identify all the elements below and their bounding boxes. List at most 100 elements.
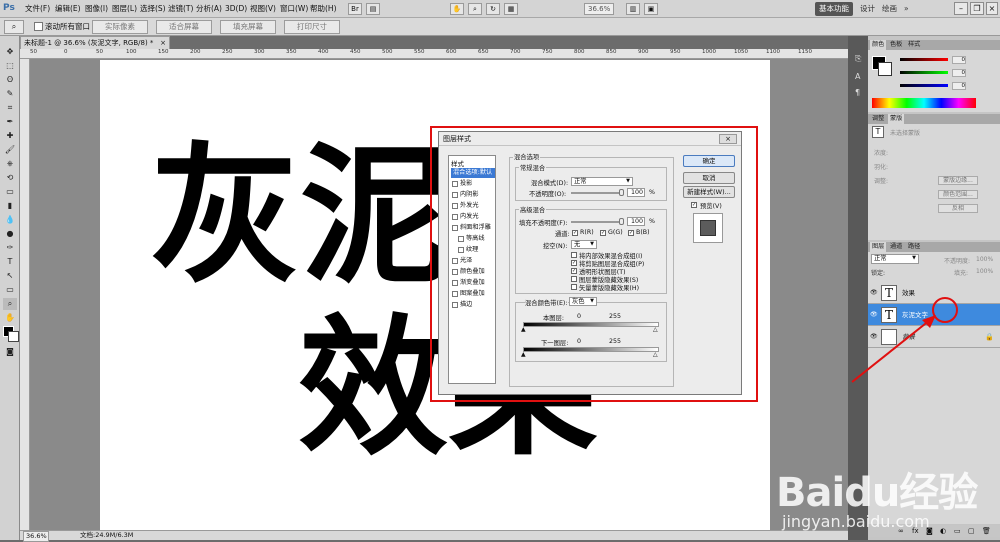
paragraph-panel-icon[interactable]: ¶ — [855, 88, 865, 98]
menu-layer[interactable]: 图层(L) — [112, 0, 137, 18]
ruler-tick: 800 — [574, 49, 585, 55]
quick-mask-icon[interactable]: ◙ — [3, 346, 17, 358]
quick-select-tool-icon[interactable]: ✎ — [3, 88, 17, 100]
ruler-tick: 250 — [222, 49, 233, 55]
screen-mode-icon[interactable]: ▣ — [644, 3, 658, 15]
shape-tool-icon[interactable]: ▭ — [3, 284, 17, 296]
history-brush-tool-icon[interactable]: ⟲ — [3, 172, 17, 184]
minimize-button[interactable]: – — [954, 2, 968, 15]
zoom-level-dropdown[interactable]: 36.6% — [584, 3, 614, 15]
workspace-design-link[interactable]: 设计 — [860, 2, 875, 16]
workspace-more-link[interactable]: » — [904, 2, 909, 16]
menu-file[interactable]: 文件(F) — [25, 0, 50, 18]
marquee-tool-icon[interactable]: ⬚ — [3, 60, 17, 72]
watermark-url: jingyan.baidu.com — [782, 512, 930, 531]
toolbox: ✥ ⬚ ʘ ✎ ⌗ ✒ ✚ 🖌 ⎈ ⟲ ▭ ▮ 💧 ● ✑ T ↖ ▭ ⌕ ✋ … — [0, 36, 20, 540]
scroll-all-windows-checkbox[interactable] — [34, 22, 43, 31]
density-label: 浓度: — [874, 150, 889, 157]
tab-color[interactable]: 颜色 — [870, 40, 887, 50]
path-select-tool-icon[interactable]: ↖ — [3, 270, 17, 282]
healing-brush-tool-icon[interactable]: ✚ — [3, 130, 17, 142]
ruler-tick: 700 — [510, 49, 521, 55]
blue-value[interactable]: 0 — [952, 82, 966, 90]
canvas-text-char: 效 — [298, 302, 449, 476]
workspace-essentials-button[interactable]: 基本功能 — [815, 2, 853, 16]
zoom-tool-icon[interactable]: ⌕ — [468, 3, 482, 15]
close-icon[interactable]: × — [160, 37, 166, 49]
actual-pixels-button[interactable]: 实际像素 — [92, 20, 148, 34]
lasso-tool-icon[interactable]: ʘ — [3, 74, 17, 86]
fit-screen-button[interactable]: 适合屏幕 — [156, 20, 212, 34]
grid-icon[interactable]: ▦ — [504, 3, 518, 15]
menu-image[interactable]: 图像(I) — [85, 0, 108, 18]
menu-view[interactable]: 视图(V) — [250, 0, 276, 18]
workspace-painting-link[interactable]: 绘画 — [882, 2, 897, 16]
layer-blend-mode-value: 正常 — [874, 255, 887, 262]
layer-opacity-value[interactable]: 100% — [976, 256, 993, 263]
blue-slider[interactable] — [900, 84, 948, 87]
tab-masks[interactable]: 蒙版 — [888, 114, 905, 124]
hand-tool-icon-2[interactable]: ✋ — [3, 312, 17, 324]
document-tab[interactable]: 未标题-1 @ 36.6% (灰泥文字, RGB/8) * × — [20, 36, 170, 49]
eye-icon[interactable]: 👁 — [870, 289, 878, 296]
red-value[interactable]: 0 — [952, 56, 966, 64]
background-color-swatch[interactable] — [8, 331, 19, 342]
crop-tool-icon[interactable]: ⌗ — [3, 102, 17, 114]
move-tool-icon[interactable]: ✥ — [3, 46, 17, 58]
feather-label: 羽化: — [874, 164, 889, 171]
invert-button[interactable]: 反相 — [938, 204, 978, 213]
menu-edit[interactable]: 编辑(E) — [55, 0, 81, 18]
print-size-button[interactable]: 打印尺寸 — [284, 20, 340, 34]
mask-edge-button[interactable]: 蒙版边缘... — [938, 176, 978, 185]
color-range-button[interactable]: 颜色范围... — [938, 190, 978, 199]
arrange-documents-icon[interactable]: ▥ — [626, 3, 640, 15]
menu-3d[interactable]: 3D(D) — [225, 0, 247, 18]
status-bar: 36.6% 文档:24.9M/6.3M — [20, 530, 848, 542]
character-panel-icon[interactable]: A — [855, 72, 865, 82]
green-value[interactable]: 0 — [952, 69, 966, 77]
menu-bar: Ps 文件(F) 编辑(E) 图像(I) 图层(L) 选择(S) 滤镜(T) 分… — [0, 0, 1000, 18]
layer-fill-value[interactable]: 100% — [976, 268, 993, 275]
ruler-tick: 900 — [638, 49, 649, 55]
color-spectrum-bar[interactable] — [872, 98, 976, 108]
restore-button[interactable]: ❐ — [970, 2, 984, 15]
dodge-tool-icon[interactable]: ● — [3, 228, 17, 240]
blur-tool-icon[interactable]: 💧 — [3, 214, 17, 226]
tab-adjustments[interactable]: 调整 — [870, 114, 886, 124]
history-panel-icon[interactable]: ⎘ — [855, 54, 865, 64]
type-tool-icon[interactable]: T — [3, 256, 17, 268]
layers-panel-tabs: 图层 通道 路径 — [868, 242, 1000, 252]
tab-layers[interactable]: 图层 — [870, 242, 887, 252]
zoom-tool-preset-icon[interactable]: ⌕ — [4, 20, 24, 34]
layer-blend-mode-dropdown[interactable]: 正常 ▼ — [871, 254, 919, 264]
baidu-watermark: Baidu经验 jingyan.baidu.com — [770, 440, 1000, 535]
ruler-tick: 950 — [670, 49, 681, 55]
bridge-icon[interactable]: Br — [348, 3, 362, 15]
zoom-tool-icon-active[interactable]: ⌕ — [3, 298, 17, 310]
status-zoom-field[interactable]: 36.6% — [23, 531, 49, 542]
pen-tool-icon[interactable]: ✑ — [3, 242, 17, 254]
brush-tool-icon[interactable]: 🖌 — [3, 144, 17, 156]
menu-window[interactable]: 窗口(W) — [280, 0, 308, 18]
hand-tool-icon[interactable]: ✋ — [450, 3, 464, 15]
close-window-button[interactable]: × — [986, 2, 998, 15]
tab-styles[interactable]: 样式 — [906, 40, 922, 50]
red-slider[interactable] — [900, 58, 948, 61]
eyedropper-tool-icon[interactable]: ✒ — [3, 116, 17, 128]
color-panel-background[interactable] — [878, 62, 892, 76]
rotate-view-icon[interactable]: ↻ — [486, 3, 500, 15]
minibridge-icon[interactable]: ▤ — [366, 3, 380, 15]
menu-select[interactable]: 选择(S) — [140, 0, 166, 18]
menu-analysis[interactable]: 分析(A) — [196, 0, 222, 18]
green-slider[interactable] — [900, 71, 948, 74]
tab-paths[interactable]: 路径 — [906, 242, 922, 252]
ruler-tick: 400 — [318, 49, 329, 55]
tab-channels[interactable]: 通道 — [888, 242, 904, 252]
menu-help[interactable]: 帮助(H) — [310, 0, 337, 18]
fill-screen-button[interactable]: 填充屏幕 — [220, 20, 276, 34]
tab-swatches[interactable]: 色板 — [888, 40, 904, 50]
menu-filter[interactable]: 滤镜(T) — [168, 0, 193, 18]
gradient-tool-icon[interactable]: ▮ — [3, 200, 17, 212]
clone-stamp-tool-icon[interactable]: ⎈ — [3, 158, 17, 170]
eraser-tool-icon[interactable]: ▭ — [3, 186, 17, 198]
